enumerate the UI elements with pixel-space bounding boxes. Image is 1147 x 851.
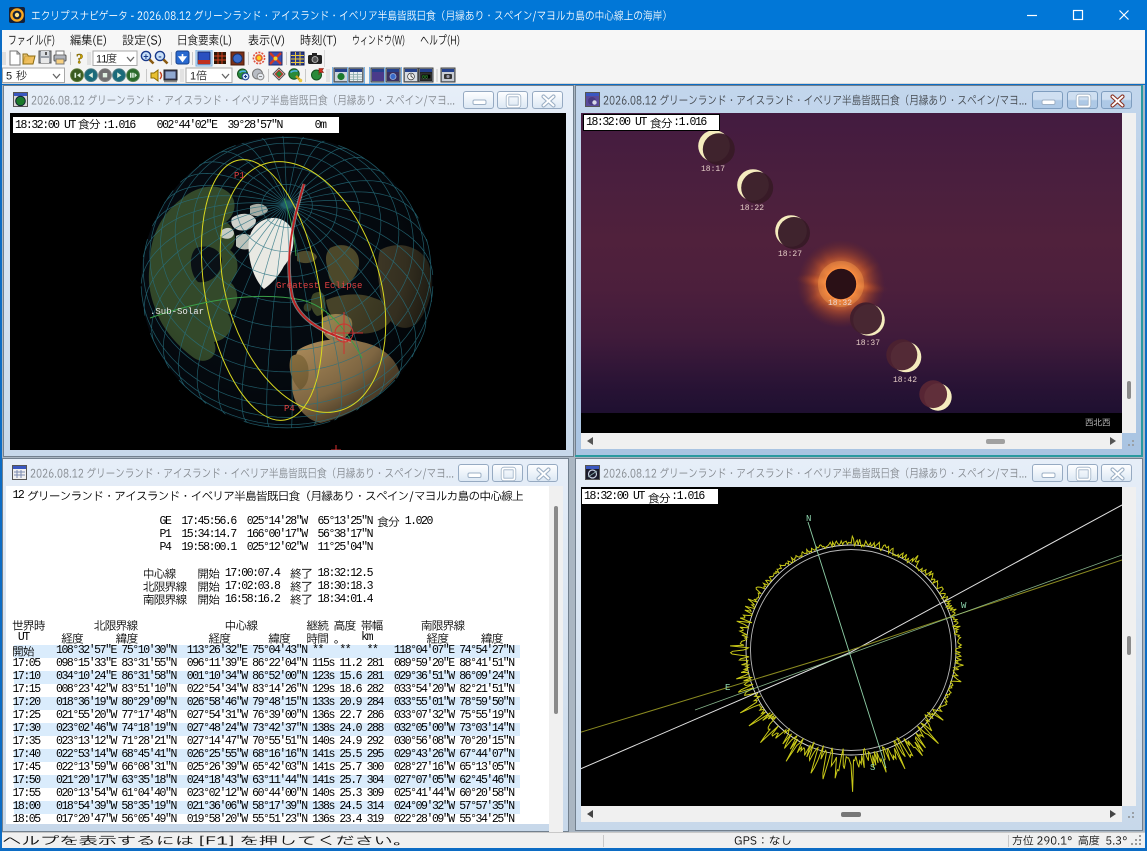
svg-text:W: W (961, 601, 967, 611)
svg-text:18:22: 18:22 (740, 204, 764, 213)
svg-text:N: N (806, 514, 811, 524)
svg-text:18:27: 18:27 (778, 250, 802, 259)
svg-text:18:32: 18:32 (828, 299, 852, 308)
svg-text:E: E (725, 683, 730, 693)
svg-text:18:37: 18:37 (856, 339, 880, 348)
svg-text:S: S (870, 763, 875, 773)
svg-text:18:42: 18:42 (893, 376, 917, 385)
svg-text:18:17: 18:17 (701, 165, 725, 174)
